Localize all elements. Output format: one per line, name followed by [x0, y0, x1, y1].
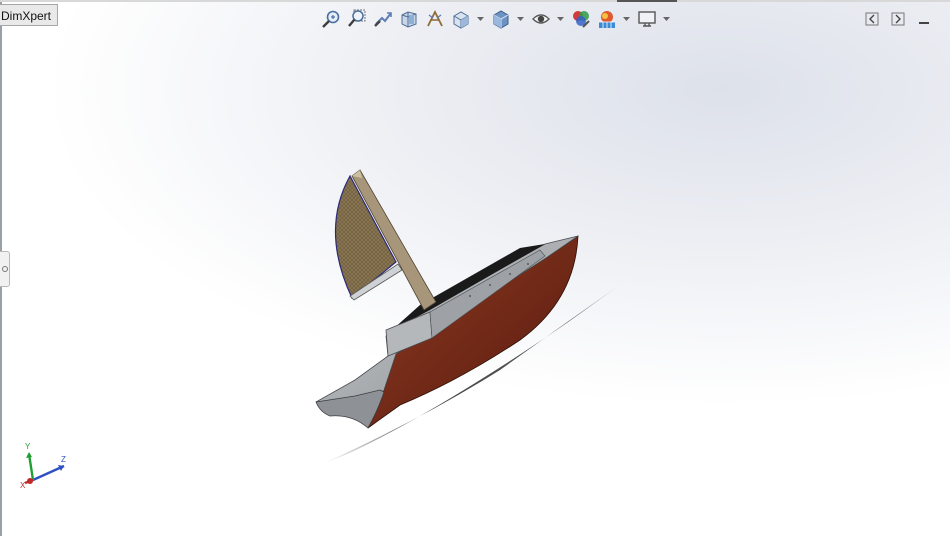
y-axis-line	[27, 453, 35, 481]
y-label: Y	[25, 442, 31, 451]
x-label: X	[20, 481, 26, 490]
coordinate-triad: Y Z X	[20, 442, 66, 490]
z-label: Z	[61, 455, 66, 464]
y-axis-arrow	[26, 452, 32, 458]
x-axis-dot	[27, 478, 33, 484]
sailboat-model[interactable]	[0, 0, 950, 536]
z-axis-line	[32, 464, 65, 482]
